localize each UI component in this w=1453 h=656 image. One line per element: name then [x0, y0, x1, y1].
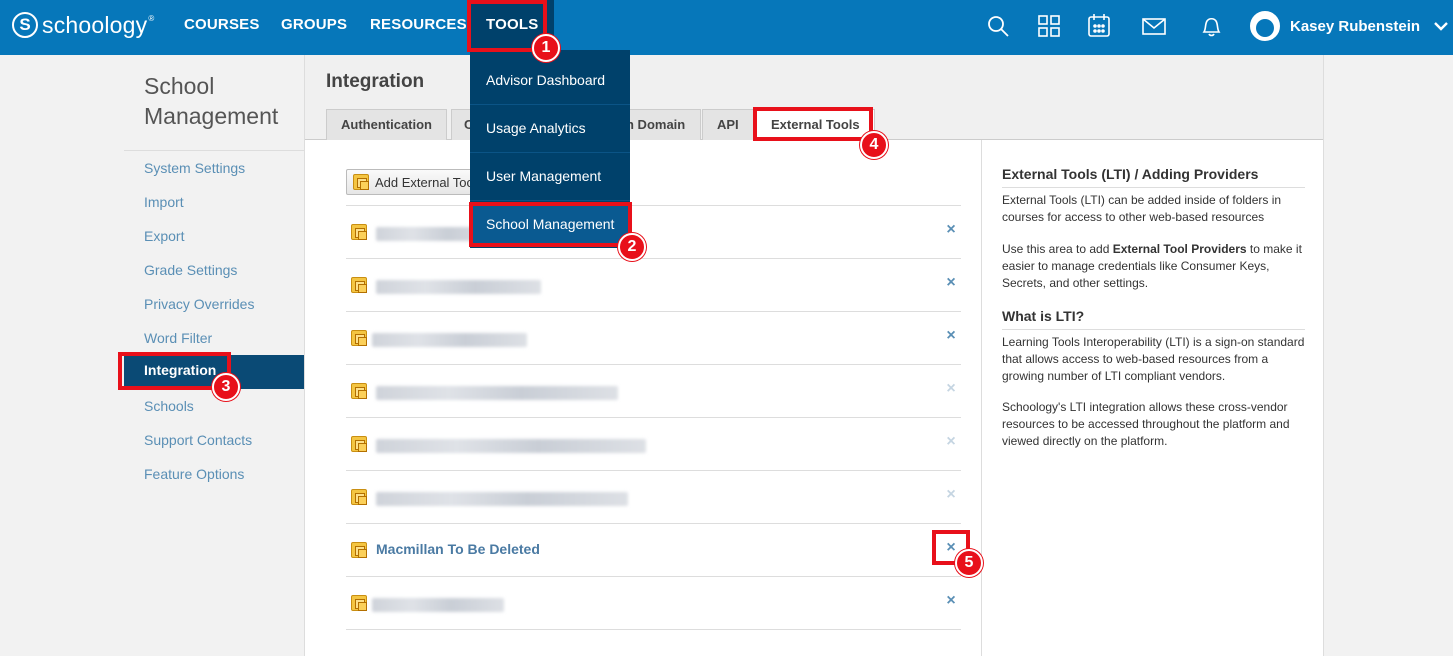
user-name: Kasey Rubenstein — [1290, 17, 1421, 35]
logo-mark: S — [12, 12, 38, 38]
highlight-box-school-management — [469, 202, 632, 247]
help-panel: External Tools (LTI) / Adding Providers … — [981, 140, 1323, 656]
sidebar-item-export[interactable]: Export — [144, 226, 184, 246]
step-badge-4: 4 — [860, 131, 888, 159]
external-tool-icon — [351, 277, 367, 293]
search-icon[interactable] — [985, 13, 1011, 39]
blurred-tool-name[interactable] — [376, 280, 541, 294]
delete-icon[interactable]: × — [943, 592, 959, 610]
menu-item-user-management[interactable]: User Management — [486, 166, 601, 186]
sidebar-title: School Management — [144, 73, 279, 129]
add-external-tool-button[interactable]: Add External Too — [346, 169, 483, 195]
top-navigation-bar: S schoology ® COURSES GROUPS RESOURCES T… — [0, 0, 1453, 55]
help-heading-adding-providers: External Tools (LTI) / Adding Providers — [1002, 166, 1305, 188]
external-tool-icon — [353, 174, 369, 190]
mail-icon[interactable] — [1141, 13, 1167, 39]
menu-item-advisor-dashboard[interactable]: Advisor Dashboard — [486, 70, 605, 90]
delete-icon-disabled: × — [946, 433, 956, 450]
external-tool-row: × — [346, 258, 961, 311]
sidebar-divider — [124, 150, 304, 151]
external-tool-icon — [351, 224, 367, 240]
blurred-tool-name[interactable] — [372, 598, 504, 612]
external-tool-row: × — [346, 417, 961, 470]
chevron-down-icon[interactable] — [1434, 19, 1448, 33]
sidebar-item-word-filter[interactable]: Word Filter — [144, 328, 212, 348]
blurred-tool-name[interactable] — [376, 386, 618, 400]
sidebar-item-schools[interactable]: Schools — [144, 396, 194, 416]
delete-icon[interactable]: × — [943, 221, 959, 239]
external-tool-icon — [351, 542, 367, 558]
avatar — [1250, 11, 1280, 41]
step-badge-1: 1 — [532, 34, 560, 62]
notifications-bell-icon[interactable] — [1198, 13, 1224, 39]
sidebar-item-support-contacts[interactable]: Support Contacts — [144, 430, 252, 450]
help-paragraph: Use this area to add External Tool Provi… — [1002, 242, 1302, 290]
apps-grid-icon[interactable] — [1036, 13, 1062, 39]
calendar-icon[interactable] — [1086, 13, 1112, 39]
step-badge-2: 2 — [618, 233, 646, 261]
sidebar-item-privacy-overrides[interactable]: Privacy Overrides — [144, 294, 254, 314]
external-tool-icon — [351, 330, 367, 346]
sidebar-item-grade-settings[interactable]: Grade Settings — [144, 260, 237, 280]
menu-item-usage-analytics[interactable]: Usage Analytics — [486, 118, 586, 138]
main-content: Integration Authentication C n Domain AP… — [304, 55, 1324, 656]
blurred-tool-name[interactable] — [372, 333, 527, 347]
add-external-tool-label: Add External Too — [375, 174, 474, 190]
external-tool-row: × — [346, 311, 961, 364]
external-tool-row: × — [346, 364, 961, 417]
delete-icon[interactable]: × — [943, 274, 959, 292]
logo-text: schoology — [42, 11, 148, 38]
step-badge-5: 5 — [955, 549, 983, 577]
external-tool-icon — [351, 489, 367, 505]
tab-api[interactable]: API — [702, 109, 754, 140]
help-heading-what-is-lti: What is LTI? — [1002, 308, 1305, 330]
nav-groups[interactable]: GROUPS — [281, 0, 347, 50]
user-menu[interactable]: Kasey Rubenstein — [1250, 10, 1448, 42]
sidebar-item-import[interactable]: Import — [144, 192, 184, 212]
blurred-tool-name[interactable] — [376, 439, 646, 453]
delete-icon-disabled: × — [946, 380, 956, 397]
help-paragraph: Schoology's LTI integration allows these… — [1002, 400, 1290, 448]
external-tool-row: × — [346, 470, 961, 523]
help-paragraph: Learning Tools Interoperability (LTI) is… — [1002, 335, 1305, 383]
external-tool-icon — [351, 383, 367, 399]
highlight-box-external-tools — [753, 107, 873, 141]
tab-authentication[interactable]: Authentication — [326, 109, 447, 140]
tool-name-link[interactable]: Macmillan To Be Deleted — [376, 541, 540, 557]
delete-icon[interactable]: × — [943, 327, 959, 345]
page-title: Integration — [326, 71, 425, 92]
external-tool-icon — [351, 595, 367, 611]
blurred-tool-name[interactable] — [376, 492, 628, 506]
logo-trademark: ® — [148, 14, 155, 23]
nav-courses[interactable]: COURSES — [184, 0, 260, 50]
external-tool-row: × — [346, 205, 961, 258]
list-divider — [346, 629, 961, 630]
external-tool-row: Macmillan To Be Deleted × — [346, 523, 961, 576]
help-paragraph: External Tools (LTI) can be added inside… — [1002, 193, 1282, 224]
sidebar-item-feature-options[interactable]: Feature Options — [144, 464, 244, 484]
schoology-logo[interactable]: S schoology ® — [12, 11, 154, 39]
external-tool-row: × — [346, 576, 961, 629]
sidebar-item-system-settings[interactable]: System Settings — [144, 158, 245, 178]
step-badge-3: 3 — [212, 373, 240, 401]
nav-resources[interactable]: RESOURCES — [370, 0, 467, 50]
delete-icon-disabled: × — [946, 486, 956, 503]
external-tool-icon — [351, 436, 367, 452]
